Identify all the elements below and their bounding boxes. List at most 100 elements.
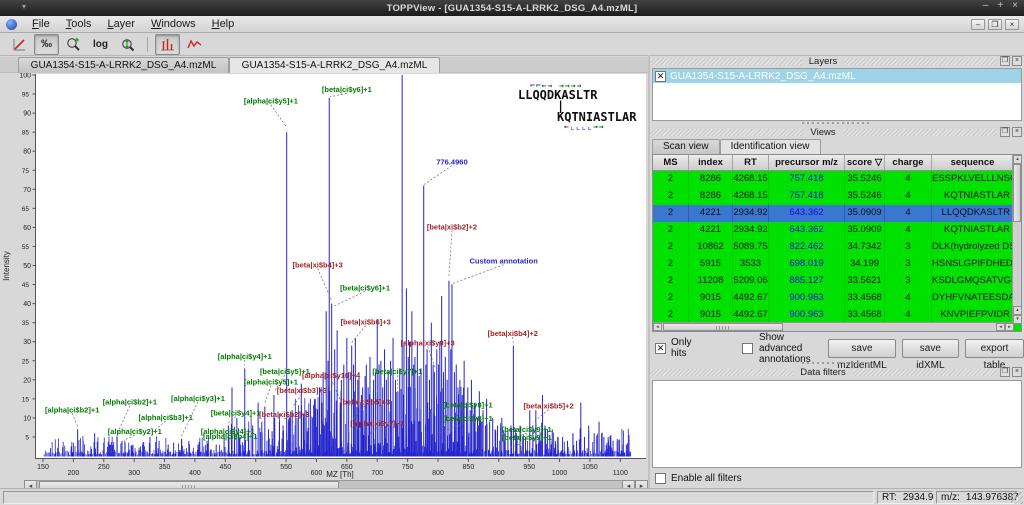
table-header-precursor-m-z[interactable]: precursor m/z (769, 155, 845, 170)
tab-spectrum-2[interactable]: GUA1354-S15-A-LRRK2_DSG_A4.mzML (229, 57, 440, 73)
table-cell: 4 (885, 171, 932, 188)
table-cell: 9015 (689, 290, 733, 307)
data-filters-list[interactable] (652, 380, 1022, 468)
layer-checkbox[interactable]: ✕ (655, 71, 666, 82)
x-tick-label: 450 (219, 464, 231, 471)
status-message-field (3, 491, 874, 504)
maximize-button[interactable]: + (997, 0, 1003, 11)
log-intensity-glyph: log (93, 39, 108, 50)
table-row[interactable]: 282864268.15757.41835.52464KQTNIASTLAR (653, 188, 1021, 205)
peak-annotation-label: [beta|ci$y6]+1 (340, 283, 390, 292)
x-tick-label: 950 (523, 464, 535, 471)
x-tick-label: 250 (98, 464, 110, 471)
views-close-icon[interactable]: × (1012, 127, 1022, 137)
pane-splitter[interactable] (648, 55, 650, 488)
tab-spectrum-1[interactable]: GUA1354-S15-A-LRRK2_DSG_A4.mzML (18, 57, 229, 73)
table-header-index[interactable]: index (689, 155, 733, 170)
table-scroll-up-button-2[interactable]: ▴ (1013, 306, 1022, 315)
mdi-close-button[interactable]: × (1005, 19, 1019, 30)
table-header-charge[interactable]: charge (885, 155, 932, 170)
spectrum-canvas[interactable]: 1502002503003504004505005506006507007508… (0, 73, 650, 479)
table-cell: 822.462 (769, 239, 845, 256)
window-menu-icon[interactable]: ▾ (22, 2, 26, 11)
table-row[interactable]: 242212934.92643.36235.09094LLQQDKASLTR (653, 205, 1021, 222)
table-header-rt[interactable]: RT (733, 155, 769, 170)
table-row[interactable]: 242212934.92643.36235.09094KQTNIASTLAR (653, 222, 1021, 239)
menu-help[interactable]: Help (204, 17, 243, 31)
table-scroll-left-button[interactable]: ◂ (653, 323, 662, 331)
y-tick-label: 75 (22, 168, 30, 175)
views-panel-title: Views (803, 127, 842, 138)
mdi-restore-button[interactable]: ❐ (988, 19, 1002, 30)
table-scroll-right-button[interactable]: ▸ (1005, 323, 1014, 331)
table-v-scrollbar[interactable]: ▴▴▾ (1012, 155, 1021, 324)
only-hits-checkbox[interactable]: ✕ (655, 343, 666, 354)
table-scroll-up-button[interactable]: ▴ (1013, 155, 1022, 164)
table-h-scroll-track[interactable] (662, 323, 996, 331)
layers-views-splitter[interactable] (650, 121, 1024, 125)
layer-item[interactable]: ✕GUA1354-S15-A-LRRK2_DSG_A4.mzML (653, 69, 1021, 83)
toolbar-button-peak-mode-icon[interactable] (155, 34, 180, 55)
menu-tools[interactable]: Tools (58, 17, 100, 31)
show-advanced-checkbox[interactable] (742, 343, 753, 354)
toolbar-button-goto-position-icon[interactable] (115, 34, 140, 55)
x-tick-label: 200 (68, 470, 80, 477)
close-button[interactable]: × (1012, 0, 1018, 11)
table-v-scroll-thumb[interactable] (1013, 164, 1021, 222)
enable-all-filters-checkbox[interactable] (655, 473, 666, 484)
minimize-button[interactable]: – (983, 0, 989, 11)
table-cell: 4 (885, 205, 932, 222)
data-filters-panel-title: Data filters (793, 367, 852, 378)
table-cell: 33.4568 (845, 290, 885, 307)
menu-file[interactable]: File (24, 17, 58, 31)
tab-scan-view[interactable]: Scan view (652, 139, 720, 154)
table-row[interactable]: 290154492.67900.96333.45684DYHFVNATEESDA… (653, 290, 1021, 307)
save-idxml-button[interactable]: save idXML (902, 339, 959, 358)
table-scroll-left-button-2[interactable]: ◂ (996, 323, 1005, 331)
app-icon (6, 19, 17, 30)
table-h-scrollbar[interactable]: ◂◂▸ (653, 322, 1014, 331)
filters-float-icon[interactable]: ❐ (1000, 367, 1010, 377)
table-header-sequence[interactable]: sequence (932, 155, 1014, 170)
table-scroll-down-button[interactable]: ▾ (1013, 315, 1022, 324)
layers-float-icon[interactable]: ❐ (1000, 56, 1010, 66)
save-mzidentml-button[interactable]: save mzIdentML (828, 339, 895, 358)
mdi-minimize-button[interactable]: – (971, 19, 985, 30)
toolbar-button-profile-mode-icon[interactable] (182, 34, 207, 55)
menu-layer[interactable]: Layer (99, 17, 143, 31)
x-tick-label: 750 (402, 464, 414, 471)
table-row[interactable]: 2112085209.06885.12733.56213KSDLGMQSATVG… (653, 273, 1021, 290)
data-filters-panel-header: Data filters ❐× (650, 366, 1024, 378)
table-header-score[interactable]: score ▽ (845, 155, 885, 170)
table-cell: 4 (885, 290, 932, 307)
x-tick-label: 300 (128, 470, 140, 477)
table-row[interactable]: 259153533698.01934.1993HSNSLGPIFDHEDLLK(… (653, 256, 1021, 273)
export-table-button[interactable]: export table (965, 339, 1024, 358)
peak-annotation-label: [beta|xi$b4]+2 (488, 329, 538, 338)
table-header-ms[interactable]: MS (653, 155, 689, 170)
layers-panel-title: Layers (802, 56, 845, 67)
table-h-scroll-thumb[interactable] (663, 323, 783, 331)
toolbar-button-zoom-icon[interactable] (61, 34, 86, 55)
title-bar[interactable]: ▾ TOPPView - [GUA1354-S15-A-LRRK2_DSG_A4… (0, 0, 1024, 16)
tab-identification-view[interactable]: Identification view (720, 139, 821, 154)
table-cell: 698.019 (769, 256, 845, 273)
table-row[interactable]: 2108625089.75822.46234.73423DLK(hydrolyz… (653, 239, 1021, 256)
views-filters-splitter[interactable] (650, 361, 1024, 365)
toolbar-button-log-intensity-icon[interactable]: log (88, 34, 113, 55)
menu-windows[interactable]: Windows (143, 17, 204, 31)
table-cell: 643.362 (769, 205, 845, 222)
peak-annotation-label: [alpha|ci$b2]+1 (103, 398, 157, 407)
table-row[interactable]: 282864268.15757.41835.52464ESSPKLVELLLNS… (653, 171, 1021, 188)
toolbar-button-reset-axes-icon[interactable] (7, 34, 32, 55)
y-tick-label: 70 (23, 187, 31, 194)
resize-grip[interactable] (1011, 492, 1023, 504)
toolbar-button-intensity-percentage-icon[interactable]: ‰ (34, 34, 59, 55)
intensity-percentage-glyph: ‰ (41, 38, 52, 50)
table-cell: 8286 (689, 171, 733, 188)
peak-annotation-label: [beta|ci$y9]+1 (502, 433, 552, 442)
peak-annotation-label: [alpha|ci$y3]+1 (171, 394, 225, 403)
layers-close-icon[interactable]: × (1012, 56, 1022, 66)
filters-close-icon[interactable]: × (1012, 367, 1022, 377)
views-float-icon[interactable]: ❐ (1000, 127, 1010, 137)
